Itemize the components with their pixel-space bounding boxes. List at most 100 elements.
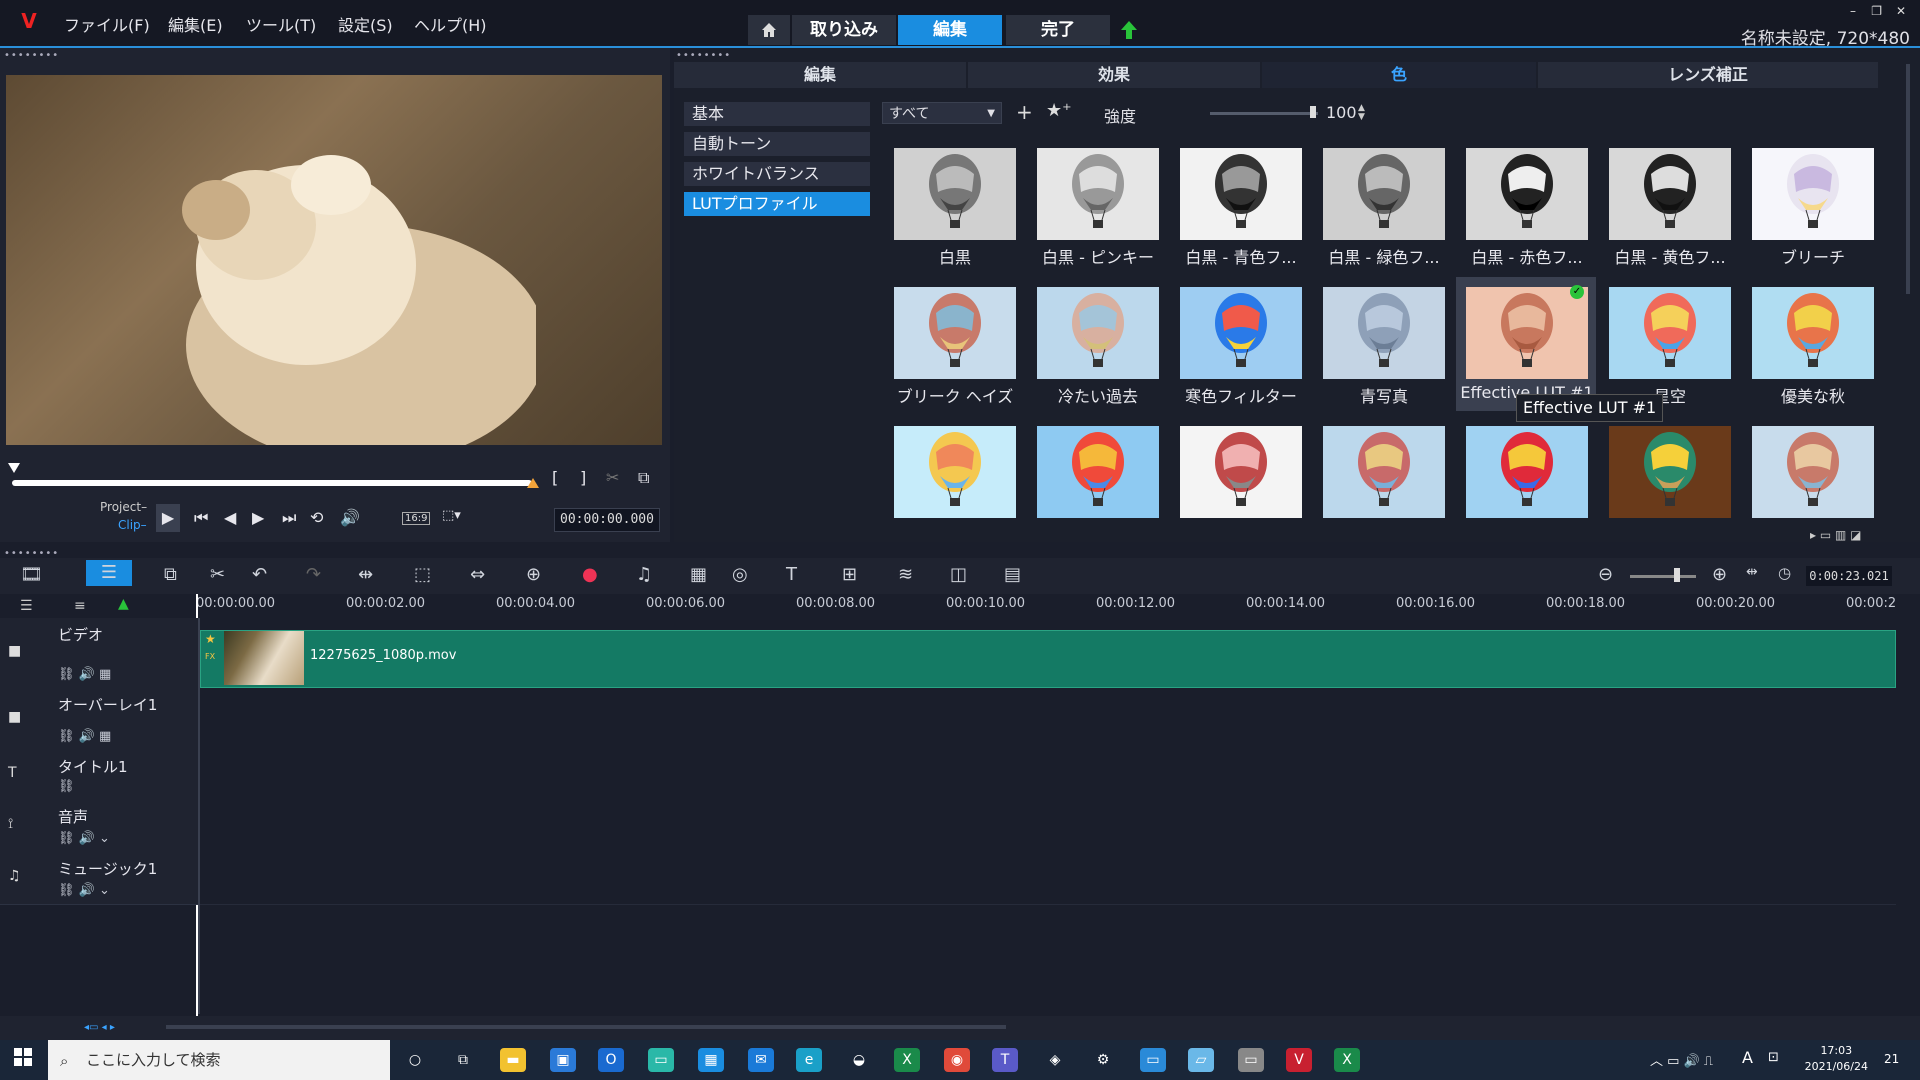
next-frame-icon[interactable]: ▶ (252, 508, 264, 527)
track-lane[interactable] (200, 800, 1896, 853)
resize-icon[interactable]: ⊕ (526, 564, 541, 585)
favorite-add-icon[interactable]: ★⁺ (1046, 100, 1072, 121)
lib-tab-lens[interactable]: レンズ補正 (1538, 62, 1878, 88)
crop-icon[interactable]: ⬚▾ (442, 508, 461, 523)
lut-thumbnail[interactable]: 白黒 - 緑色フ... (1313, 138, 1453, 272)
app3-icon[interactable]: ▭ (1238, 1048, 1264, 1072)
zoom-in-icon[interactable]: ⊕ (1712, 564, 1727, 585)
timeline-view-icon[interactable]: ☰ (86, 560, 132, 586)
volume-icon[interactable]: 🔊 (340, 508, 360, 527)
lut-thumbnail[interactable]: Effective LUT #1 ✓ (1456, 277, 1596, 411)
expand-icon[interactable]: ⇔ (470, 564, 485, 585)
store-icon[interactable]: ▣ (550, 1048, 576, 1072)
lut-thumbnail[interactable]: 白黒 - 赤色フ... (1456, 138, 1596, 272)
add-icon[interactable]: + (1016, 100, 1033, 124)
lut-thumbnail[interactable]: 優美な秋 (1742, 277, 1882, 411)
lut-thumbnail[interactable]: 寒色フィルター (1170, 277, 1310, 411)
chapter-icon[interactable]: ≡ (74, 598, 86, 614)
lut-thumbnail[interactable]: 冷たい過去 (1027, 277, 1167, 411)
lut-thumbnail[interactable] (1027, 416, 1167, 526)
player-timecode[interactable]: 00:00:00.000 (554, 508, 660, 532)
excel2-icon[interactable]: X (1334, 1048, 1360, 1072)
track-header[interactable]: ■ オーバーレイ1 ⛓ 🔊 ▦ (0, 688, 198, 751)
track-header[interactable]: ♫ ミュージック1 ⛓ 🔊 ⌄ (0, 852, 198, 905)
lut-thumbnail[interactable]: ブリーチ (1742, 138, 1882, 272)
clock-icon[interactable]: ◷ (1778, 564, 1791, 582)
mark-in-button[interactable]: [ (552, 468, 558, 487)
filter-dropdown[interactable]: すべて ▼ (882, 102, 1002, 124)
scrubber-track[interactable] (12, 480, 532, 486)
tab-edit[interactable]: 編集 (898, 15, 1002, 45)
track-header[interactable]: T タイトル1 ⛓ (0, 750, 198, 801)
photos-icon[interactable]: ▦ (698, 1048, 724, 1072)
fit-project-icon[interactable]: ⇹ (1746, 564, 1758, 580)
lut-thumbnail[interactable]: 星空 (1599, 277, 1739, 411)
track-controls[interactable]: ⛓ 🔊 ▦ (58, 729, 111, 744)
outlook-icon[interactable]: O (598, 1048, 624, 1072)
scrubber-handle[interactable] (8, 463, 20, 473)
blend-icon[interactable]: ◎ (732, 564, 748, 585)
zoom-out-icon[interactable]: ⊖ (1598, 564, 1613, 585)
menu-tools[interactable]: ツール(T) (246, 12, 316, 36)
panel-grip[interactable]: •••••••• (4, 548, 59, 559)
clip-mode-label[interactable]: Clip– (118, 518, 147, 532)
title-icon[interactable]: T (786, 564, 797, 585)
track-controls[interactable]: ⛓ 🔊 ▦ (58, 667, 111, 682)
lut-thumbnail[interactable] (1170, 416, 1310, 526)
strength-value[interactable]: 100 (1326, 103, 1357, 122)
chrome-icon[interactable]: ◉ (944, 1048, 970, 1072)
scroll-left-icon[interactable]: ◂▭ ◂ ▸ (84, 1022, 115, 1033)
home-button[interactable] (748, 15, 790, 45)
motion-icon[interactable]: ≋ (898, 564, 913, 585)
close-button[interactable]: ✕ (1896, 4, 1906, 18)
tools-icon[interactable]: ✂ (210, 564, 225, 585)
paint-icon[interactable]: ◒ (846, 1048, 872, 1072)
enlarge-preview-icon[interactable]: ⧉ (638, 468, 649, 488)
panel-grip[interactable]: •••••••• (4, 50, 59, 61)
track-controls[interactable]: ⛓ 🔊 ⌄ (58, 831, 110, 846)
lut-thumbnail[interactable] (884, 416, 1024, 526)
mail-icon[interactable]: ✉ (748, 1048, 774, 1072)
paint3d-icon[interactable]: ◈ (1042, 1048, 1068, 1072)
lut-thumbnail[interactable]: 白黒 - ピンキー (1027, 138, 1167, 272)
timeline-scrollbar[interactable] (166, 1025, 1006, 1029)
redo-icon[interactable]: ↷ (306, 564, 321, 585)
system-tray-icons[interactable]: ︿ ▭ 🔊 ⎍ (1650, 1050, 1713, 1069)
library-scrollbar[interactable] (1906, 64, 1910, 294)
play-button[interactable]: ▶ (156, 504, 180, 532)
prev-frame-icon[interactable]: ◀ (224, 508, 236, 527)
minimize-button[interactable]: – (1850, 4, 1856, 18)
menu-file[interactable]: ファイル(F) (64, 12, 150, 36)
strength-spinner[interactable]: ▲ ▼ (1358, 104, 1365, 122)
audio-icon[interactable]: ♫ (636, 564, 652, 585)
lut-thumbnail[interactable] (1456, 416, 1596, 526)
taskbar-search[interactable]: ここに入力して検索 (48, 1040, 390, 1080)
lut-thumbnail[interactable] (1742, 416, 1882, 526)
undo-icon[interactable]: ↶ (252, 564, 267, 585)
settings-icon[interactable]: ⚙ (1090, 1048, 1116, 1072)
cortana-icon[interactable]: ○ (402, 1048, 428, 1072)
trim-out-handle[interactable] (527, 478, 539, 488)
multi-cam-icon[interactable]: ▦ (690, 564, 707, 585)
track-header[interactable]: ■ ビデオ ⛓ 🔊 ▦ (0, 618, 198, 689)
split-screen-icon[interactable]: ⊞ (842, 564, 857, 585)
lut-thumbnail[interactable]: 白黒 - 青色フ... (1170, 138, 1310, 272)
go-start-icon[interactable]: ⏮ (194, 508, 208, 528)
zoom-slider[interactable] (1630, 575, 1696, 578)
aspect-ratio-button[interactable]: 16:9 (402, 512, 431, 525)
zoom-slider-handle[interactable] (1674, 568, 1680, 582)
task-view-icon[interactable]: ⧉ (450, 1048, 476, 1072)
storyboard-view-icon[interactable]: 🎞 (20, 564, 43, 585)
go-end-icon[interactable]: ⏭ (282, 508, 296, 528)
app2-icon[interactable]: ▱ (1188, 1048, 1214, 1072)
ime-indicator[interactable]: A (1742, 1048, 1753, 1067)
menu-settings[interactable]: 設定(S) (338, 12, 393, 36)
lib-tab-edit[interactable]: 編集 (674, 62, 966, 88)
maximize-button[interactable]: ❐ (1871, 4, 1882, 18)
ime-mode-icon[interactable]: ⊡ (1768, 1050, 1779, 1065)
lib-tab-effects[interactable]: 効果 (968, 62, 1260, 88)
track-manager-icon[interactable]: ☰ (20, 598, 33, 614)
lut-thumbnail[interactable] (1599, 416, 1739, 526)
edge-icon[interactable]: e (796, 1048, 822, 1072)
category-lut-profile[interactable]: LUTプロファイル (684, 192, 870, 216)
